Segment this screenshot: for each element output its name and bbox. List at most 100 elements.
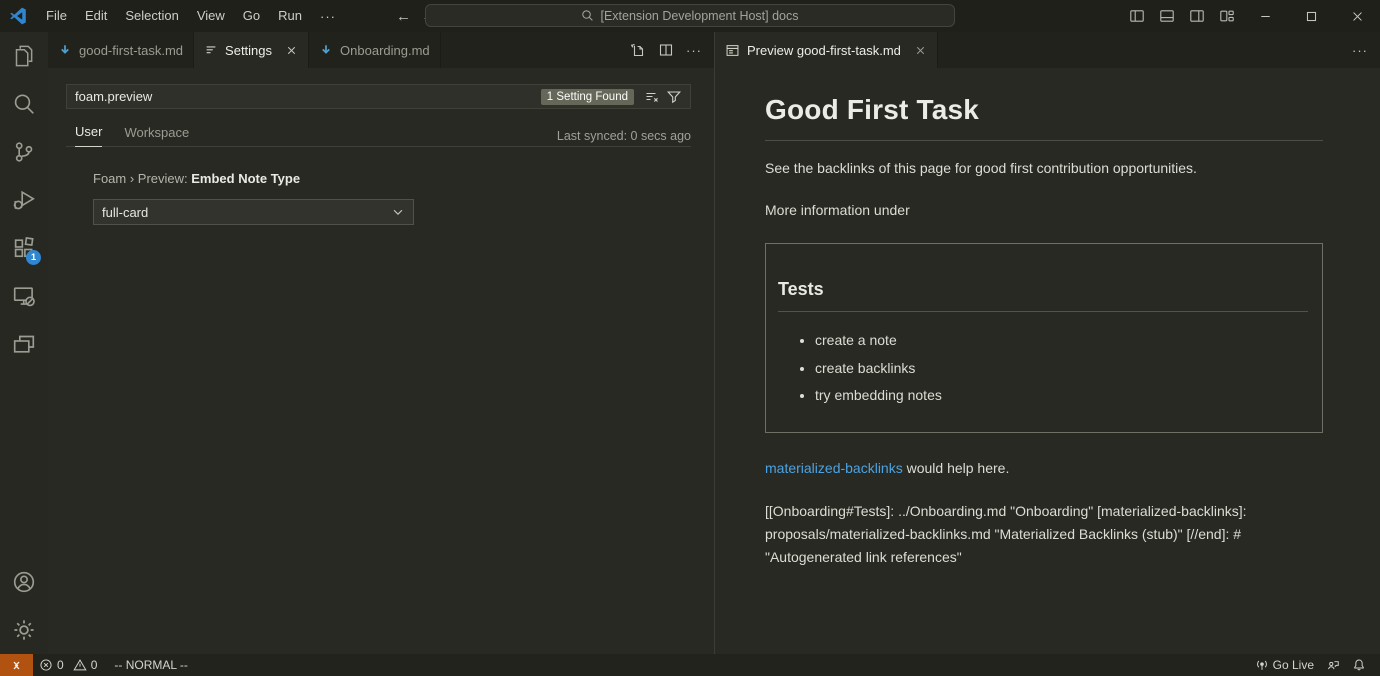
status-bar: 0 0 -- NORMAL -- Go Live bbox=[0, 654, 1380, 676]
error-count: 0 bbox=[57, 658, 64, 672]
activity-bar: 1 bbox=[0, 32, 48, 654]
setting-category: Foam › Preview: bbox=[93, 171, 191, 186]
go-live-label: Go Live bbox=[1273, 658, 1314, 672]
vscode-logo-icon bbox=[9, 7, 27, 25]
search-icon bbox=[581, 9, 594, 22]
error-icon bbox=[39, 658, 53, 672]
menu-go[interactable]: Go bbox=[234, 5, 269, 27]
more-actions-icon[interactable]: ··· bbox=[1348, 38, 1372, 62]
scope-tab-user[interactable]: User bbox=[75, 124, 102, 147]
settings-search-input[interactable]: foam.preview 1 Setting Found bbox=[66, 84, 691, 109]
go-live-button[interactable]: Go Live bbox=[1249, 654, 1320, 676]
materialized-backlinks-link[interactable]: materialized-backlinks bbox=[765, 460, 903, 476]
left-tab-actions: ··· bbox=[626, 32, 714, 68]
left-tabstrip: good-first-task.md Settings Onboarding.m… bbox=[48, 32, 714, 68]
list-item: create a note bbox=[815, 330, 1308, 350]
menu-selection[interactable]: Selection bbox=[116, 5, 187, 27]
settings-gear-icon[interactable] bbox=[0, 606, 48, 654]
remote-explorer-icon[interactable] bbox=[0, 272, 48, 320]
filter-icon[interactable] bbox=[663, 86, 685, 108]
last-synced-label: Last synced: 0 secs ago bbox=[557, 129, 691, 143]
search-view-icon[interactable] bbox=[0, 80, 48, 128]
menu-file[interactable]: File bbox=[37, 5, 76, 27]
toggle-secondary-sidebar-icon[interactable] bbox=[1182, 0, 1212, 32]
notifications-bell-icon[interactable] bbox=[1346, 654, 1372, 676]
settings-scope-tabs: User Workspace Last synced: 0 secs ago bbox=[66, 124, 691, 147]
left-editor-group: good-first-task.md Settings Onboarding.m… bbox=[48, 32, 715, 654]
menu-edit[interactable]: Edit bbox=[76, 5, 116, 27]
settings-count-badge: 1 Setting Found bbox=[541, 89, 634, 105]
extensions-badge: 1 bbox=[26, 250, 41, 265]
problems-status[interactable]: 0 0 bbox=[33, 654, 108, 676]
extensions-icon[interactable]: 1 bbox=[0, 224, 48, 272]
minimize-button[interactable] bbox=[1242, 0, 1288, 32]
list-item: try embedding notes bbox=[815, 385, 1308, 405]
status-bar-right: Go Live bbox=[1249, 654, 1380, 676]
customize-layout-icon[interactable] bbox=[1212, 0, 1242, 32]
tab-onboarding[interactable]: Onboarding.md bbox=[309, 32, 441, 68]
embed-note-type-select[interactable]: full-card bbox=[93, 199, 414, 225]
embedded-note-card: Tests create a note create backlinks try… bbox=[765, 243, 1323, 433]
menu-view[interactable]: View bbox=[188, 5, 234, 27]
tab-settings[interactable]: Settings bbox=[194, 32, 309, 68]
toggle-sidebar-icon[interactable] bbox=[1122, 0, 1152, 32]
preview-paragraph: More information under bbox=[765, 200, 1323, 220]
source-control-icon[interactable] bbox=[0, 128, 48, 176]
more-actions-icon[interactable]: ··· bbox=[682, 38, 706, 62]
command-center-text: [Extension Development Host] docs bbox=[600, 9, 798, 23]
menu-more-icon[interactable]: ··· bbox=[311, 9, 345, 24]
settings-editor-icon bbox=[204, 43, 218, 57]
right-tabstrip: Preview good-first-task.md ··· bbox=[715, 32, 1380, 68]
tab-label: Settings bbox=[225, 43, 272, 58]
settings-search-value: foam.preview bbox=[75, 89, 541, 104]
embed-title: Tests bbox=[778, 276, 1308, 312]
accounts-icon[interactable] bbox=[0, 558, 48, 606]
clear-search-icon[interactable] bbox=[641, 86, 663, 108]
link-references-text: [[Onboarding#Tests]: ../Onboarding.md "O… bbox=[765, 500, 1323, 568]
feedback-icon bbox=[1326, 658, 1340, 672]
tab-label: Onboarding.md bbox=[340, 43, 430, 58]
backlink-line: materialized-backlinks would help here. bbox=[765, 458, 1323, 478]
explorer-icon[interactable] bbox=[0, 32, 48, 80]
setting-embed-note-type: Foam › Preview: Embed Note Type full-car… bbox=[93, 171, 691, 225]
scope-tab-workspace[interactable]: Workspace bbox=[124, 125, 189, 147]
remote-icon bbox=[9, 658, 24, 673]
feedback-button[interactable] bbox=[1320, 654, 1346, 676]
select-value: full-card bbox=[102, 205, 148, 220]
close-tab-icon[interactable] bbox=[285, 44, 298, 57]
activity-bar-spacer bbox=[0, 368, 48, 558]
broadcast-icon bbox=[1255, 658, 1269, 672]
embed-list: create a note create backlinks try embed… bbox=[778, 330, 1308, 405]
maximize-button[interactable] bbox=[1288, 0, 1334, 32]
close-tab-icon[interactable] bbox=[914, 44, 927, 57]
markdown-file-icon bbox=[58, 43, 72, 57]
menubar: File Edit Selection View Go Run ··· bbox=[37, 5, 345, 27]
tab-label: good-first-task.md bbox=[79, 43, 183, 58]
menu-run[interactable]: Run bbox=[269, 5, 311, 27]
tab-good-first-task[interactable]: good-first-task.md bbox=[48, 32, 194, 68]
settings-editor: foam.preview 1 Setting Found User Worksp… bbox=[48, 68, 714, 225]
markdown-preview-icon bbox=[725, 43, 740, 58]
open-settings-json-icon[interactable] bbox=[626, 38, 650, 62]
run-debug-icon[interactable] bbox=[0, 176, 48, 224]
window-controls bbox=[1122, 0, 1380, 32]
tab-preview-good-first-task[interactable]: Preview good-first-task.md bbox=[715, 32, 938, 68]
preview-title: Good First Task bbox=[765, 90, 1323, 141]
nav-back-icon[interactable]: ← bbox=[396, 8, 411, 25]
titlebar: File Edit Selection View Go Run ··· ← → … bbox=[0, 0, 1380, 32]
command-center-search[interactable]: [Extension Development Host] docs bbox=[425, 4, 955, 27]
windows-stack-icon[interactable] bbox=[0, 320, 48, 368]
vim-mode-status[interactable]: -- NORMAL -- bbox=[108, 654, 194, 676]
setting-title: Foam › Preview: Embed Note Type bbox=[93, 171, 691, 186]
preview-paragraph: See the backlinks of this page for good … bbox=[765, 158, 1323, 178]
chevron-down-icon bbox=[391, 205, 405, 219]
markdown-preview: Good First Task See the backlinks of thi… bbox=[715, 68, 1380, 568]
tab-label: Preview good-first-task.md bbox=[747, 43, 901, 58]
split-editor-icon[interactable] bbox=[654, 38, 678, 62]
right-editor-group: Preview good-first-task.md ··· Good Firs… bbox=[715, 32, 1380, 654]
toggle-panel-icon[interactable] bbox=[1152, 0, 1182, 32]
link-suffix: would help here. bbox=[903, 460, 1010, 476]
remote-indicator[interactable] bbox=[0, 654, 33, 676]
right-tab-actions: ··· bbox=[1348, 32, 1380, 68]
close-window-button[interactable] bbox=[1334, 0, 1380, 32]
